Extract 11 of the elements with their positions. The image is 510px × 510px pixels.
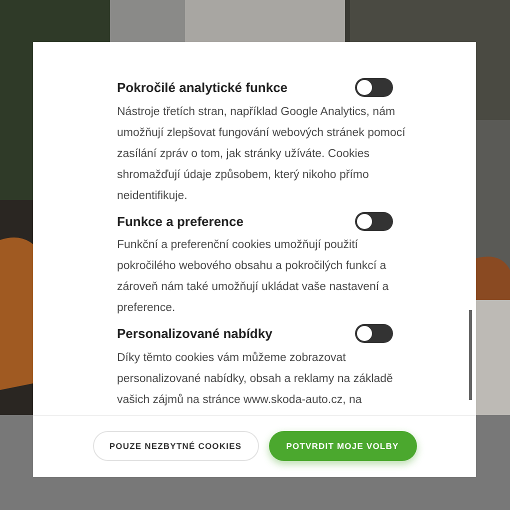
section-title: Personalizované nabídky xyxy=(117,325,272,343)
section-description: Díky těmto cookies vám můžeme zobrazovat personalizované nabídky, obsah a reklamy na základě vašich zájmů na stránce www.skoda-auto.cz, na xyxy=(117,350,394,408)
section-description: Funkční a preferenční cookies umožňují použití pokročilého webového obsahu a pokročilých funkcí a zároveň nám také umožňují ukládat vaše nastavení a preference. xyxy=(117,238,390,316)
scrollbar-thumb[interactable] xyxy=(469,310,472,400)
essential-only-button[interactable]: POUZE NEZBYTNÉ COOKIES xyxy=(92,431,258,461)
toggle-switch[interactable] xyxy=(355,78,393,98)
toggle-switch[interactable] xyxy=(355,212,393,231)
section-title: Pokročilé analytické funkce xyxy=(117,79,288,97)
section-description: Nástroje třetích stran, například Google Analytics, nám umožňují zlepšovat fungování webových stránek pomocí zasílání zpráv o tom, jak stránky užíváte. Cookies shromažďují údaje způsobem, který nikoho přímo neidentifikuje. xyxy=(117,104,406,204)
toggle-switch[interactable] xyxy=(355,324,393,344)
section-title: Funkce a preference xyxy=(117,212,244,231)
